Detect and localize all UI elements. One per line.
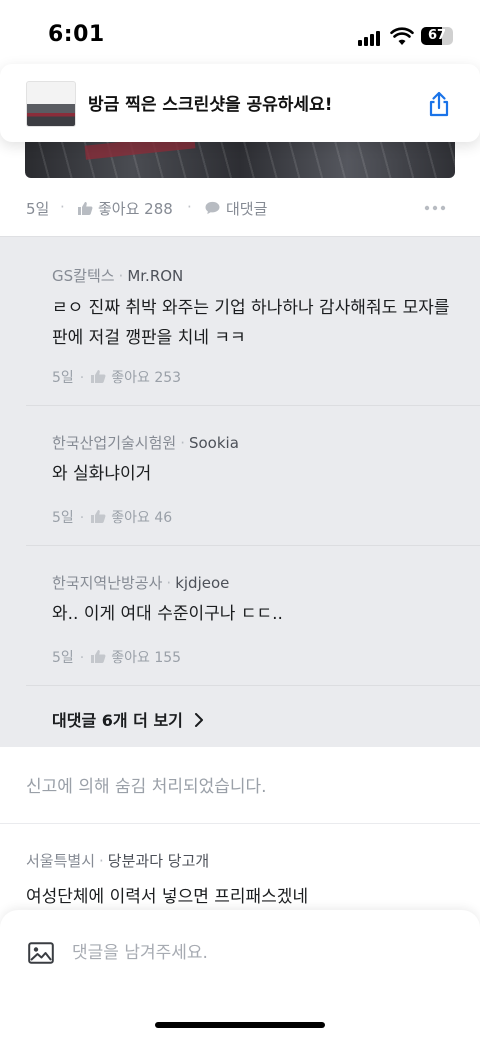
more-dots-icon[interactable] [424,205,446,211]
thumb-up-icon [78,202,93,215]
battery-icon: 67 [421,27,453,45]
reply-like-label: 좋아요 155 [111,650,182,666]
post-age: 5일 [26,200,50,218]
reply-company: 한국지역난방공사 [52,574,163,592]
thumb-up-icon [91,370,106,383]
hidden-comment-notice: 신고에 의해 숨김 처리되었습니다. [26,777,267,797]
reply-text: ㄹㅇ 진짜 취박 와주는 기업 하나하나 감사해줘도 모자를판에 저걸 깽판을 … [52,298,450,348]
reply-age: 5일 [52,370,74,386]
battery-level: 67 [427,28,447,43]
comment-input-bar [0,910,480,1039]
reply-age: 5일 [52,510,74,526]
post-like-label: 좋아요 288 [98,200,173,218]
screenshot-share-banner[interactable]: 방금 찍은 스크린샷을 공유하세요! [0,64,480,142]
comment-divider [0,823,480,824]
reply-text: 와 실화냐이거 [52,464,152,484]
thumb-up-icon [91,510,106,523]
post-reply-button[interactable]: 대댓글 [204,198,267,219]
reply-author[interactable]: 한국산업기술시험원 · Sookia [52,432,239,453]
share-icon[interactable] [427,91,451,117]
reply-age: 5일 [52,650,74,666]
comment-location: 서울특별시 [26,852,96,870]
reply-like-button[interactable]: 좋아요 46 [90,510,172,526]
reply-author[interactable]: GS칼텍스 · Mr.RON [52,265,183,286]
post-like-button[interactable]: 좋아요 288 [77,198,173,219]
chevron-right-icon [195,713,204,727]
meta-separator: · [60,198,65,216]
reply-like-button[interactable]: 좋아요 253 [90,370,181,386]
post-reply-label: 대댓글 [226,200,268,218]
comment-nickname: 당분과다 당고개 [107,852,210,870]
screenshot-thumbnail[interactable] [26,81,76,127]
share-banner-message: 방금 찍은 스크린샷을 공유하세요! [88,95,333,115]
reply-thread: GS칼텍스 · Mr.RON ㄹㅇ 진짜 취박 와주는 기업 하나하나 감사해줘도 … [0,236,480,747]
more-replies-label: 대댓글 6개 더 보기 [52,711,183,730]
reply-nickname: Sookia [188,434,239,452]
reply-like-button[interactable]: 좋아요 155 [90,650,181,666]
image-icon[interactable] [28,942,54,964]
home-indicator[interactable] [155,1022,325,1028]
reply-nickname: kjdjeoe [175,574,230,592]
speech-bubble-icon [205,201,220,215]
reply-meta: 5일 · 좋아요 155 [52,650,182,666]
reply-meta: 5일 · 좋아요 46 [52,510,173,526]
comment-author[interactable]: 서울특별시 · 당분과다 당고개 [26,850,209,871]
thumb-up-icon [91,650,106,663]
reply-company: 한국산업기술시험원 [52,434,177,452]
reply-company: GS칼텍스 [52,267,115,285]
reply-divider [26,405,480,406]
reply-like-label: 좋아요 46 [111,510,173,526]
status-time: 6:01 [48,22,105,47]
post-meta: 5일 · 좋아요 288 · 대댓글 [0,188,480,226]
reply-divider [26,545,480,546]
reply-like-label: 좋아요 253 [111,370,182,386]
comment-text: 여성단체에 이력서 넣으면 프리패스겠네 [26,887,309,907]
reply-meta: 5일 · 좋아요 253 [52,370,182,386]
comment-input[interactable] [72,938,432,968]
more-replies-button[interactable]: 대댓글 6개 더 보기 [52,707,204,731]
wifi-icon [390,27,414,45]
meta-separator: · [187,198,192,216]
reply-author[interactable]: 한국지역난방공사 · kjdjeoe [52,572,229,593]
status-bar: 6:01 67 [0,0,480,70]
signal-icon [358,30,382,46]
reply-text: 와.. 이게 여대 수준이구나 ㄷㄷ.. [52,604,283,624]
reply-nickname: Mr.RON [127,267,184,285]
reply-divider [26,685,480,686]
